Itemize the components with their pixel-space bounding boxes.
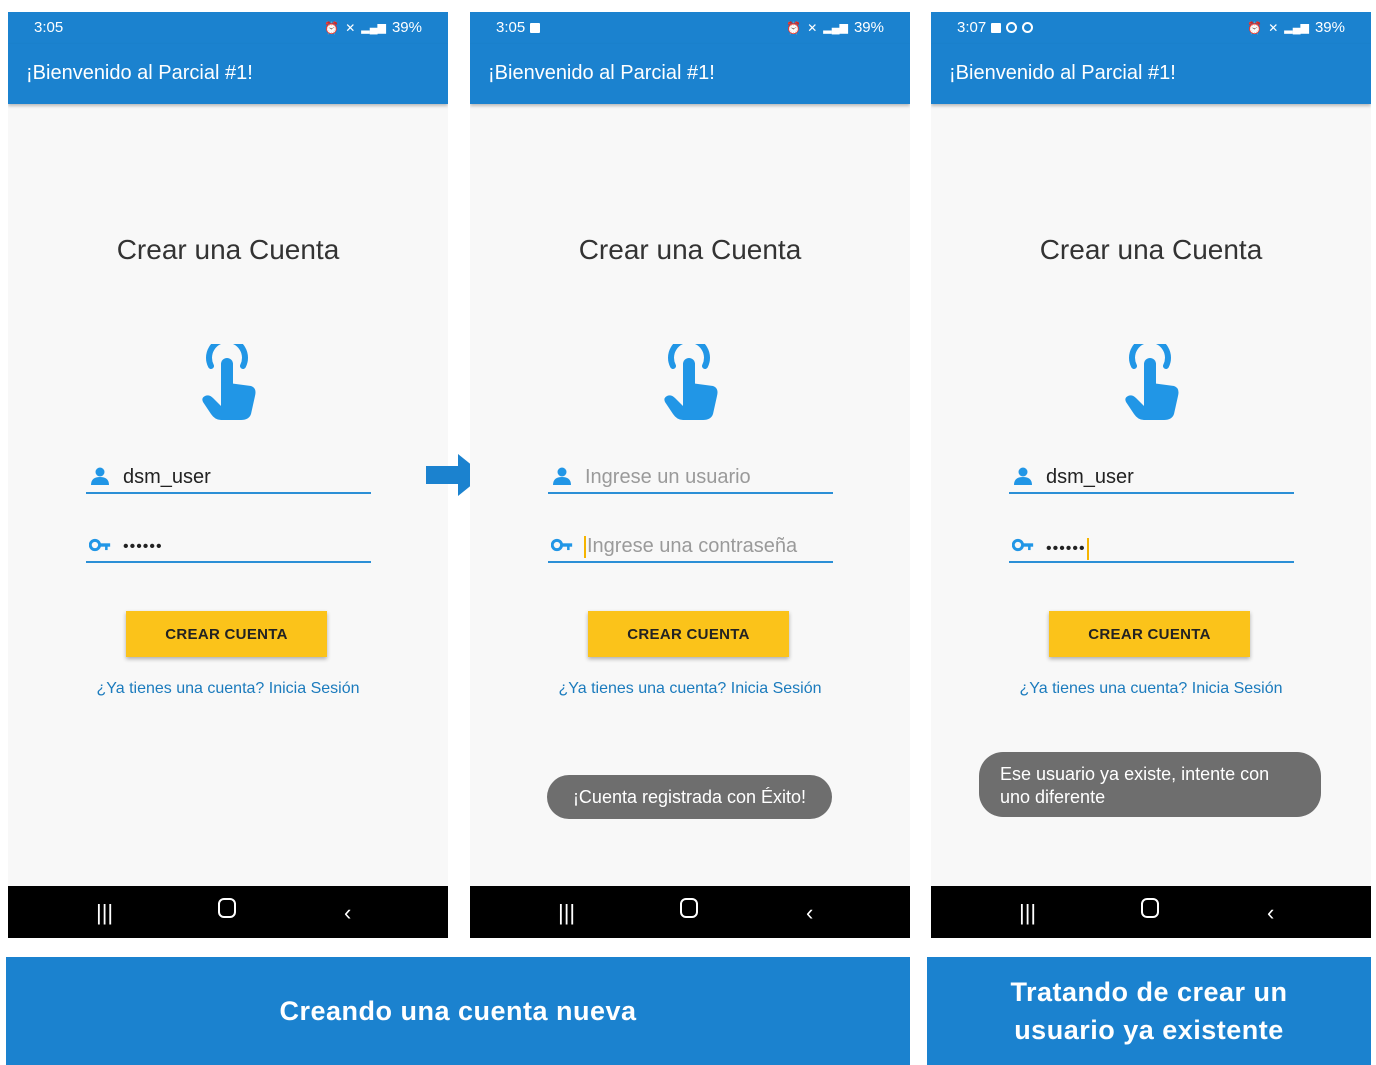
gallery-notification-icon [530,22,541,33]
app-bar: ¡Bienvenido al Parcial #1! [8,44,448,104]
app-bar: ¡Bienvenido al Parcial #1! [931,44,1371,104]
back-icon[interactable]: ‹ [1267,900,1274,926]
battery-level: 39% [853,19,884,36]
phone-screen-1: 3:05 ⏰ ✕ ▂▄▆ 39% ¡Bienvenido al Parcial … [8,12,448,938]
instagram-notification-icon [1022,22,1034,33]
signal-icon: ▂▄▆ [823,22,848,34]
username-field[interactable]: Ingrese un usuario [548,460,833,494]
battery-level: 39% [391,19,422,36]
mute-icon: ✕ [345,20,356,35]
alarm-icon: ⏰ [1247,20,1263,35]
status-bar: 3:05 ⏰ ✕ ▂▄▆ 39% [470,12,910,44]
create-account-button[interactable]: CREAR CUENTA [126,611,327,657]
success-toast: ¡Cuenta registrada con Éxito! [547,775,832,819]
back-icon[interactable]: ‹ [806,900,813,926]
instagram-notification-icon [1006,22,1018,33]
recents-icon[interactable]: ||| [558,900,575,926]
status-bar: 3:07 ⏰ ✕ ▂▄▆ 39% [931,12,1371,44]
error-toast: Ese usuario ya existe, intente con uno d… [979,752,1321,817]
home-icon[interactable] [218,898,236,924]
signal-icon: ▂▄▆ [361,22,386,34]
app-bar-title: ¡Bienvenido al Parcial #1! [488,62,715,84]
login-link[interactable]: ¿Ya tienes una cuenta? Inicia Sesión [470,680,910,698]
app-bar-title: ¡Bienvenido al Parcial #1! [949,62,1176,84]
back-icon[interactable]: ‹ [344,900,351,926]
mute-icon: ✕ [807,20,818,35]
text-cursor [1086,538,1089,560]
page-title: Crear una Cuenta [116,234,340,265]
status-bar: 3:05 ⏰ ✕ ▂▄▆ 39% [8,12,448,44]
gallery-notification-icon [991,22,1002,33]
status-time: 3:07 [957,19,987,36]
password-field[interactable]: •••••• [1009,529,1294,563]
password-value: •••••• [123,538,163,555]
key-icon [551,538,573,552]
page-title: Crear una Cuenta [1039,234,1263,265]
username-field[interactable]: dsm_user [86,460,371,494]
phone-screen-2: 3:05 ⏰ ✕ ▂▄▆ 39% ¡Bienvenido al Parcial … [470,12,910,938]
page-title: Crear una Cuenta [578,234,802,265]
recents-icon[interactable]: ||| [96,900,113,926]
key-icon [89,538,111,552]
caption-right: Tratando de crear un usuario ya existent… [927,957,1371,1065]
system-nav-bar: ||| ‹ [8,886,448,938]
username-placeholder: Ingrese un usuario [585,466,751,488]
home-icon[interactable] [680,898,698,924]
app-bar: ¡Bienvenido al Parcial #1! [470,44,910,104]
login-link[interactable]: ¿Ya tienes una cuenta? Inicia Sesión [931,680,1371,698]
create-account-button[interactable]: CREAR CUENTA [588,611,789,657]
phone-screen-3: 3:07 ⏰ ✕ ▂▄▆ 39% ¡Bienvenido al Parcial … [931,12,1371,938]
key-icon [1012,538,1034,552]
caption-left: Creando una cuenta nueva [6,957,910,1065]
username-field[interactable]: dsm_user [1009,460,1294,494]
system-nav-bar: ||| ‹ [470,886,910,938]
touch-hand-icon [1125,344,1179,420]
app-bar-title: ¡Bienvenido al Parcial #1! [26,62,253,84]
alarm-icon: ⏰ [324,20,340,35]
password-value: •••••• [1046,540,1086,558]
system-nav-bar: ||| ‹ [931,886,1371,938]
home-icon[interactable] [1141,898,1159,924]
password-field[interactable]: Ingrese una contraseña [548,529,833,563]
text-cursor [584,535,586,558]
create-account-button[interactable]: CREAR CUENTA [1049,611,1250,657]
person-icon [91,467,109,485]
status-time: 3:05 [496,19,526,36]
password-placeholder: Ingrese una contraseña [587,535,798,557]
status-time: 3:05 [34,19,64,36]
username-value: dsm_user [1046,466,1134,488]
mute-icon: ✕ [1268,20,1279,35]
username-value: dsm_user [123,466,211,488]
signal-icon: ▂▄▆ [1284,22,1309,34]
password-field[interactable]: •••••• [86,529,371,563]
person-icon [553,467,571,485]
battery-level: 39% [1314,19,1345,36]
login-link[interactable]: ¿Ya tienes una cuenta? Inicia Sesión [8,680,448,698]
alarm-icon: ⏰ [786,20,802,35]
touch-hand-icon [202,344,256,420]
touch-hand-icon [664,344,718,420]
person-icon [1014,467,1032,485]
recents-icon[interactable]: ||| [1019,900,1036,926]
